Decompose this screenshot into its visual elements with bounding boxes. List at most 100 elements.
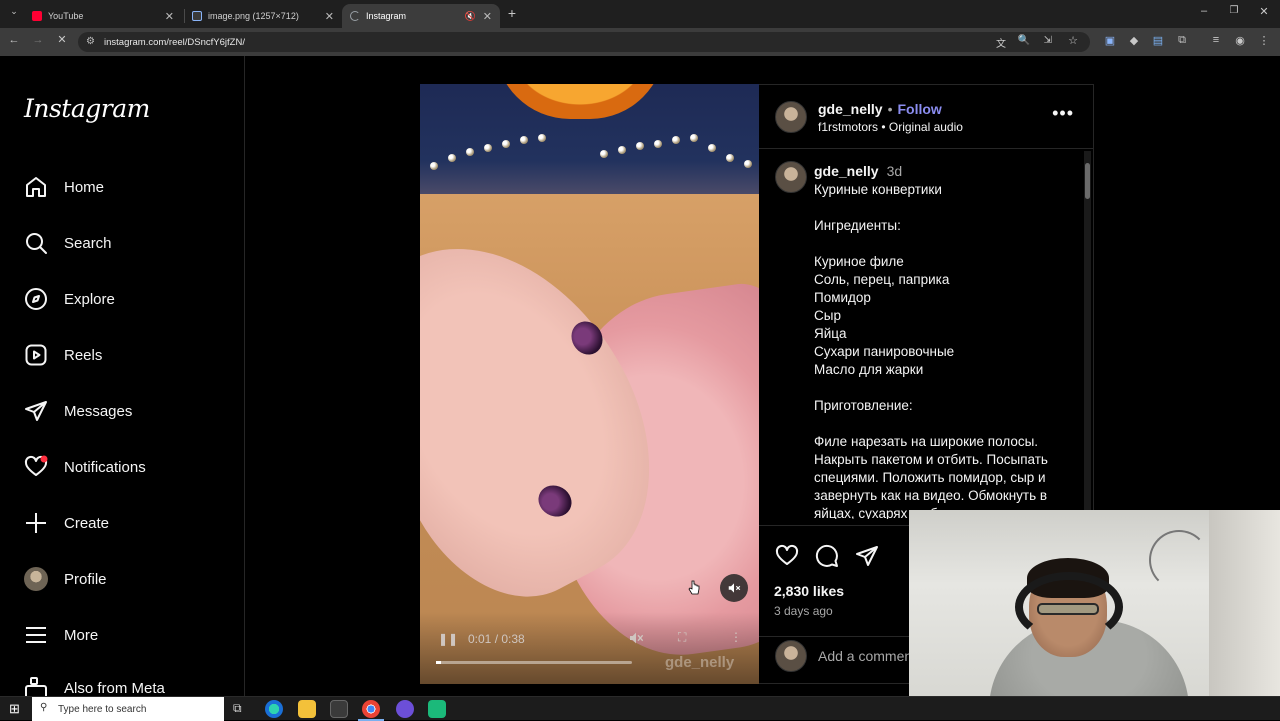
bookmark-star-icon[interactable]: ☆	[1068, 34, 1078, 47]
post-date: 3 days ago	[774, 604, 833, 618]
reading-list-icon[interactable]: ≡	[1208, 34, 1224, 46]
back-button[interactable]: ←	[6, 34, 22, 46]
pause-icon[interactable]: ❚❚	[438, 632, 458, 646]
tab-search-icon[interactable]: ⌄	[6, 6, 22, 17]
caption-scrollbar[interactable]	[1084, 151, 1091, 521]
sidebar-item-notifications[interactable]: Notifications	[24, 452, 146, 482]
extension-icon[interactable]: ◆	[1126, 34, 1142, 47]
more-options-icon[interactable]: •••	[1052, 103, 1074, 124]
tab-title: Instagram	[366, 11, 407, 21]
app-icon[interactable]	[428, 700, 446, 718]
image-icon	[192, 11, 202, 21]
windows-start-icon[interactable]: ⊞	[9, 701, 20, 717]
post-username[interactable]: gde_nelly	[818, 101, 883, 117]
zoom-icon[interactable]: 🔍	[1018, 35, 1030, 46]
browser-tab-bar: ⌄ YouTube ✕ image.png (1257×712) ✕ Insta…	[0, 0, 1280, 28]
extension-icon[interactable]: ▤	[1150, 34, 1166, 47]
extensions-puzzle-icon[interactable]: ⧉	[1174, 34, 1190, 47]
extension-icon[interactable]: ▣	[1102, 34, 1118, 47]
menu-icon	[26, 627, 46, 643]
muted-speaker-icon	[728, 583, 741, 593]
new-tab-button[interactable]: +	[504, 5, 520, 21]
video-time: 0:01 / 0:38	[468, 632, 525, 646]
browser-menu-icon[interactable]: ⋮	[1256, 34, 1272, 47]
search-icon	[26, 233, 47, 254]
close-icon[interactable]: ✕	[483, 10, 492, 23]
close-icon[interactable]: ✕	[325, 10, 334, 23]
video-watermark: gde_nelly	[665, 654, 735, 671]
sidebar-item-messages[interactable]: Messages	[24, 396, 132, 426]
fullscreen-icon[interactable]: ⛶	[678, 630, 686, 645]
likes-count[interactable]: 2,830 likes	[774, 583, 844, 599]
mute-toggle-button[interactable]	[720, 574, 748, 602]
separator-dot: •	[887, 101, 893, 117]
install-icon[interactable]: ⇲	[1044, 35, 1052, 46]
window-close-button[interactable]: ✕	[1256, 5, 1272, 18]
translate-icon[interactable]: 文	[996, 35, 1006, 50]
chrome-icon[interactable]	[362, 700, 380, 718]
sidebar-item-label: Also from Meta	[64, 680, 165, 696]
sidebar-item-label: Reels	[64, 346, 103, 364]
tab-youtube[interactable]: YouTube ✕	[24, 4, 182, 28]
caption-username[interactable]: gde_nelly	[814, 163, 879, 181]
tab-title: image.png (1257×712)	[208, 11, 299, 21]
youtube-icon	[32, 11, 42, 21]
tab-image[interactable]: image.png (1257×712) ✕	[184, 4, 342, 28]
volume-muted-icon[interactable]	[628, 630, 644, 649]
minimize-button[interactable]: –	[1196, 5, 1212, 17]
sidebar-item-home[interactable]: Home	[24, 172, 104, 202]
edge-icon[interactable]	[265, 700, 283, 718]
reels-icon	[25, 344, 47, 366]
video-controls: ❚❚ 0:01 / 0:38 ⛶ ⋮	[420, 612, 759, 684]
close-icon[interactable]: ✕	[165, 10, 174, 23]
sidebar-item-label: Profile	[64, 570, 107, 588]
heart-icon	[24, 455, 48, 476]
caption-text: Куриные конвертики Ингредиенты: Куриное …	[814, 182, 1048, 519]
like-heart-icon[interactable]	[775, 544, 799, 568]
profile-icon[interactable]: ◉	[1232, 34, 1248, 47]
comment-icon[interactable]	[815, 544, 839, 568]
taskbar-search-input[interactable]: ⚲ Type here to search	[32, 697, 224, 721]
tab-instagram[interactable]: Instagram 🔇 ✕	[342, 4, 500, 28]
file-explorer-icon[interactable]	[298, 700, 316, 718]
video-progress-fill	[436, 661, 442, 664]
app-icon[interactable]	[396, 700, 414, 718]
sidebar-item-more[interactable]: More	[24, 620, 98, 650]
store-icon[interactable]	[330, 700, 348, 718]
mouse-cursor-icon	[688, 580, 700, 595]
home-icon	[26, 177, 46, 197]
instagram-logo[interactable]: Instagram	[24, 94, 150, 123]
video-progress-bar[interactable]	[436, 661, 632, 664]
stop-loading-button[interactable]: ✕	[54, 33, 70, 46]
sidebar-item-create[interactable]: Create	[24, 508, 109, 538]
sidebar-item-search[interactable]: Search	[24, 228, 112, 258]
avatar[interactable]	[775, 101, 807, 133]
browser-toolbar: ← → ✕ ⚙ instagram.com/reel/DSncfY6jfZN/ …	[0, 28, 1280, 56]
address-bar[interactable]: ⚙ instagram.com/reel/DSncfY6jfZN/ 文 🔍 ⇲ …	[78, 32, 1090, 52]
sidebar-item-also-from-meta[interactable]: Also from Meta	[24, 676, 165, 696]
follow-button[interactable]: Follow	[898, 101, 942, 117]
caption-age: 3d	[886, 163, 903, 179]
sidebar-item-explore[interactable]: Explore	[24, 284, 115, 314]
tab-audio-icon[interactable]: 🔇	[465, 11, 476, 22]
windows-taskbar: ⊞ ⚲ Type here to search ⧉	[0, 696, 1280, 721]
post-audio[interactable]: f1rstmotors • Original audio	[818, 120, 963, 134]
instagram-sidebar: Instagram Home Search Explore Reels Mess…	[0, 56, 245, 696]
sidebar-item-label: Notifications	[64, 458, 146, 476]
sidebar-item-reels[interactable]: Reels	[24, 340, 102, 370]
caption-scroll-thumb[interactable]	[1085, 163, 1090, 199]
share-icon[interactable]	[855, 544, 879, 568]
loading-icon	[350, 11, 360, 21]
sidebar-item-profile[interactable]: Profile	[24, 564, 107, 594]
avatar[interactable]	[775, 161, 807, 193]
video-more-icon[interactable]: ⋮	[730, 630, 742, 644]
forward-button[interactable]: →	[30, 34, 46, 46]
avatar	[775, 640, 807, 672]
site-info-icon[interactable]: ⚙	[86, 36, 95, 47]
restore-button[interactable]: ❐	[1226, 5, 1242, 16]
meta-icon	[25, 677, 47, 696]
post-header: gde_nelly • Follow f1rstmotors • Origina…	[759, 85, 1094, 149]
task-view-icon[interactable]: ⧉	[233, 701, 242, 716]
reel-video[interactable]: ❚❚ 0:01 / 0:38 ⛶ ⋮ gde_nelly	[420, 84, 759, 684]
url-text: instagram.com/reel/DSncfY6jfZN/	[104, 36, 245, 48]
